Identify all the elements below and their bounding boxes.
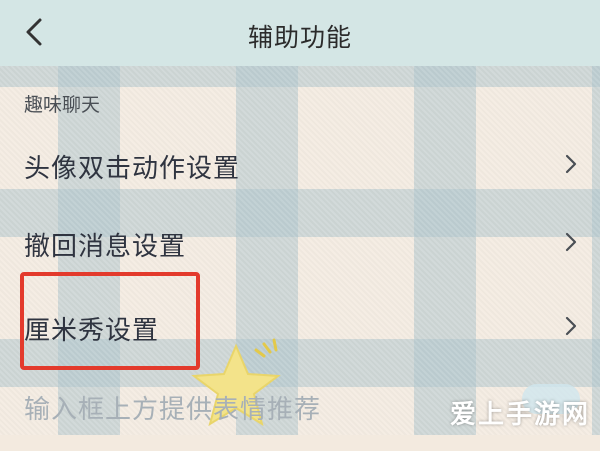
- row-label: 头像双击动作设置: [24, 154, 241, 184]
- settings-list: 趣味聊天 头像双击动作设置 撤回消息设置 厘米秀设置 输入框上方提供表情推荐: [0, 66, 600, 435]
- chevron-right-icon: [564, 232, 578, 252]
- row-label: 输入框上方提供表情推荐: [24, 395, 322, 425]
- top-navigation-bar: 辅助功能: [0, 0, 600, 66]
- watermark-logo: 爱上手游网: [449, 400, 590, 430]
- chevron-right-icon: [564, 154, 578, 174]
- chevron-right-icon: [564, 316, 578, 336]
- row-label: 撤回消息设置: [24, 232, 187, 262]
- red-highlight-box: [20, 272, 200, 370]
- settings-row-avatar-double-tap[interactable]: 头像双击动作设置: [0, 124, 600, 204]
- section-header: 趣味聊天: [24, 94, 101, 116]
- page-title: 辅助功能: [247, 23, 352, 52]
